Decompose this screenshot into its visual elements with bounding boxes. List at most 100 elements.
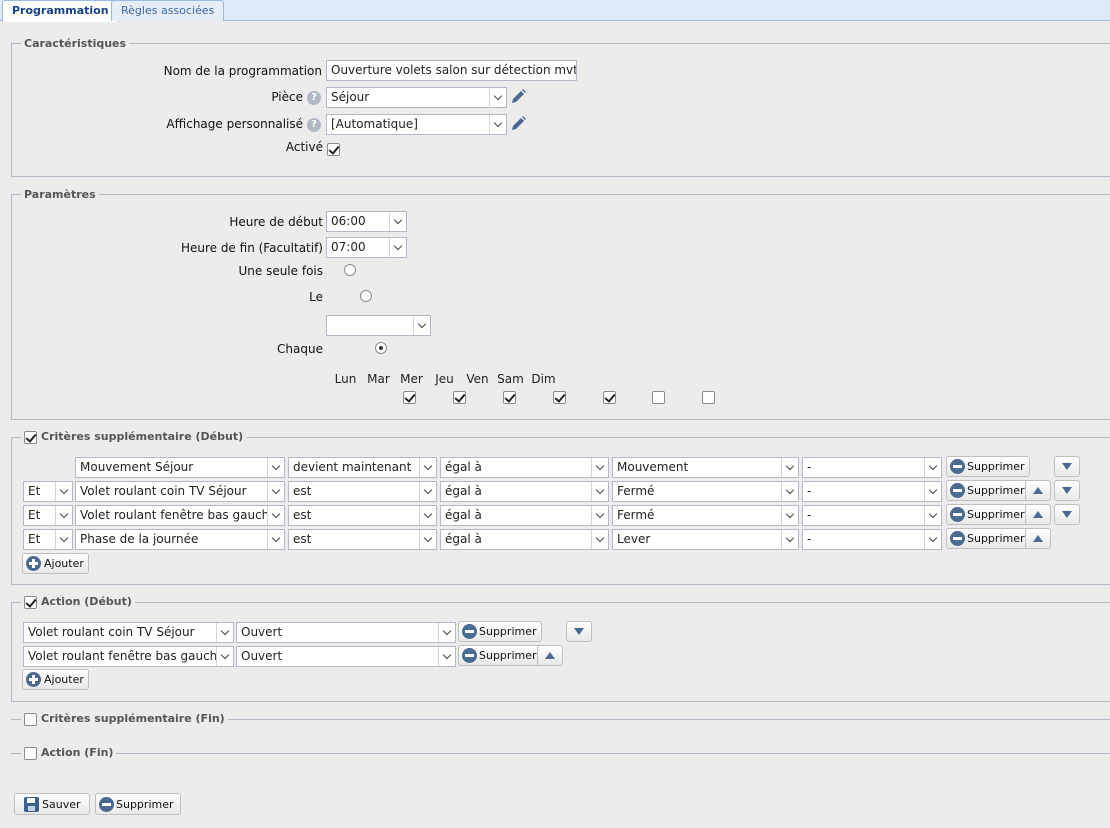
criteria-operator-select[interactable]: égal à [440, 457, 609, 478]
nom-field[interactable]: Ouverture volets salon sur détection mvt [326, 60, 577, 81]
criteria-value-select[interactable]: Fermé [612, 481, 799, 502]
tab-programmation[interactable]: Programmation [2, 0, 119, 22]
criteria-device-select[interactable]: Volet roulant fenêtre bas gauche S [75, 505, 285, 526]
criteria-operator-select[interactable]: égal à [440, 481, 609, 502]
move-down-button[interactable] [1054, 480, 1080, 501]
help-icon[interactable]: ? [307, 118, 321, 132]
le-date-select[interactable] [326, 315, 431, 336]
criteria-value-select[interactable]: Lever [612, 529, 799, 550]
move-up-button[interactable] [537, 645, 563, 666]
chevron-down-icon[interactable] [419, 482, 436, 501]
chevron-down-icon[interactable] [55, 482, 72, 501]
criteria-condition-select[interactable]: est [288, 481, 437, 502]
criteres-debut-checkbox[interactable] [24, 430, 37, 444]
criteria-value-select[interactable]: Mouvement [612, 457, 799, 478]
chevron-down-icon[interactable] [267, 482, 284, 501]
criteria-extra-select[interactable]: - [802, 481, 942, 502]
day-checkbox-mar[interactable] [453, 391, 467, 404]
chevron-down-icon[interactable] [267, 506, 284, 525]
delete-button[interactable]: Supprimer [95, 793, 181, 815]
chevron-down-icon[interactable] [781, 458, 798, 477]
day-checkbox-ven[interactable] [602, 391, 616, 404]
criteres-fin-checkbox[interactable] [24, 712, 37, 726]
day-checkbox-jeu[interactable] [552, 391, 566, 404]
criteria-condition-select[interactable]: est [288, 529, 437, 550]
action-state-select[interactable]: Ouvert [236, 646, 456, 667]
criteria-value-select[interactable]: Fermé [612, 505, 799, 526]
chevron-down-icon[interactable] [413, 316, 430, 335]
une-seule-fois-radio[interactable] [343, 264, 356, 276]
chevron-down-icon[interactable] [55, 530, 72, 549]
chevron-down-icon[interactable] [924, 482, 941, 501]
active-checkbox[interactable] [327, 143, 340, 156]
action-device-select[interactable]: Volet roulant coin TV Séjour [23, 622, 234, 643]
chevron-down-icon[interactable] [419, 506, 436, 525]
save-button[interactable]: Sauver [14, 793, 90, 815]
help-icon[interactable]: ? [307, 91, 321, 105]
action-delete-button[interactable]: Supprimer [458, 645, 542, 666]
chevron-down-icon[interactable] [389, 212, 406, 231]
tab-regles-associees[interactable]: Règles associées [111, 0, 225, 21]
chevron-down-icon[interactable] [924, 530, 941, 549]
chevron-down-icon[interactable] [419, 530, 436, 549]
criteria-delete-button[interactable]: Supprimer [946, 456, 1030, 477]
criteria-delete-button[interactable]: Supprimer [946, 528, 1030, 549]
action-state-select[interactable]: Ouvert [236, 622, 456, 643]
action-device-select[interactable]: Volet roulant fenêtre bas gauche S [23, 646, 234, 667]
piece-select[interactable]: Séjour [326, 87, 507, 108]
criteria-operator-select[interactable]: égal à [440, 505, 609, 526]
criteria-condition-select[interactable]: devient maintenant [288, 457, 437, 478]
chevron-down-icon[interactable] [591, 482, 608, 501]
heure-debut-select[interactable]: 06:00 [326, 211, 407, 232]
chevron-down-icon[interactable] [591, 506, 608, 525]
heure-fin-select[interactable]: 07:00 [326, 237, 407, 258]
action-delete-button[interactable]: Supprimer [458, 621, 542, 642]
chevron-down-icon[interactable] [924, 506, 941, 525]
pencil-icon[interactable] [510, 115, 527, 132]
criteria-add-button[interactable]: Ajouter [22, 553, 89, 574]
criteria-device-select[interactable]: Volet roulant coin TV Séjour [75, 481, 285, 502]
chevron-down-icon[interactable] [438, 647, 455, 666]
move-down-button[interactable] [566, 621, 592, 642]
day-checkbox-mer[interactable] [502, 391, 516, 404]
chevron-down-icon[interactable] [781, 530, 798, 549]
chevron-down-icon[interactable] [389, 238, 406, 257]
chevron-down-icon[interactable] [781, 482, 798, 501]
criteria-device-select[interactable]: Phase de la journée [75, 529, 285, 550]
action-fin-checkbox[interactable] [24, 746, 37, 760]
chevron-down-icon[interactable] [216, 623, 233, 642]
criteria-device-select[interactable]: Mouvement Séjour [75, 457, 285, 478]
chevron-down-icon[interactable] [438, 623, 455, 642]
day-checkbox-lun[interactable] [403, 391, 417, 404]
day-checkbox-dim[interactable] [702, 391, 716, 404]
chevron-down-icon[interactable] [489, 88, 506, 107]
criteria-connector-select[interactable]: Et [23, 529, 73, 550]
criteria-condition-select[interactable]: est [288, 505, 437, 526]
criteria-extra-select[interactable]: - [802, 457, 942, 478]
pencil-icon[interactable] [510, 88, 527, 105]
le-radio[interactable] [359, 290, 372, 302]
chevron-down-icon[interactable] [924, 458, 941, 477]
chevron-down-icon[interactable] [216, 647, 233, 666]
chevron-down-icon[interactable] [267, 458, 284, 477]
chevron-down-icon[interactable] [591, 530, 608, 549]
day-checkbox-sam[interactable] [652, 391, 666, 404]
chevron-down-icon[interactable] [591, 458, 608, 477]
move-down-button[interactable] [1054, 504, 1080, 525]
chevron-down-icon[interactable] [267, 530, 284, 549]
chevron-down-icon[interactable] [489, 115, 506, 134]
criteria-connector-select[interactable]: Et [23, 505, 73, 526]
criteria-connector-select[interactable]: Et [23, 481, 73, 502]
criteria-operator-select[interactable]: égal à [440, 529, 609, 550]
criteria-delete-button[interactable]: Supprimer [946, 504, 1030, 525]
chevron-down-icon[interactable] [781, 506, 798, 525]
chevron-down-icon[interactable] [419, 458, 436, 477]
move-down-button[interactable] [1054, 456, 1080, 477]
affichage-select[interactable]: [Automatique] [326, 114, 507, 135]
criteria-extra-select[interactable]: - [802, 505, 942, 526]
move-up-button[interactable] [1025, 528, 1051, 549]
action-debut-checkbox[interactable] [24, 595, 37, 609]
move-up-button[interactable] [1025, 504, 1051, 525]
criteria-delete-button[interactable]: Supprimer [946, 480, 1030, 501]
action-add-button[interactable]: Ajouter [22, 669, 89, 690]
